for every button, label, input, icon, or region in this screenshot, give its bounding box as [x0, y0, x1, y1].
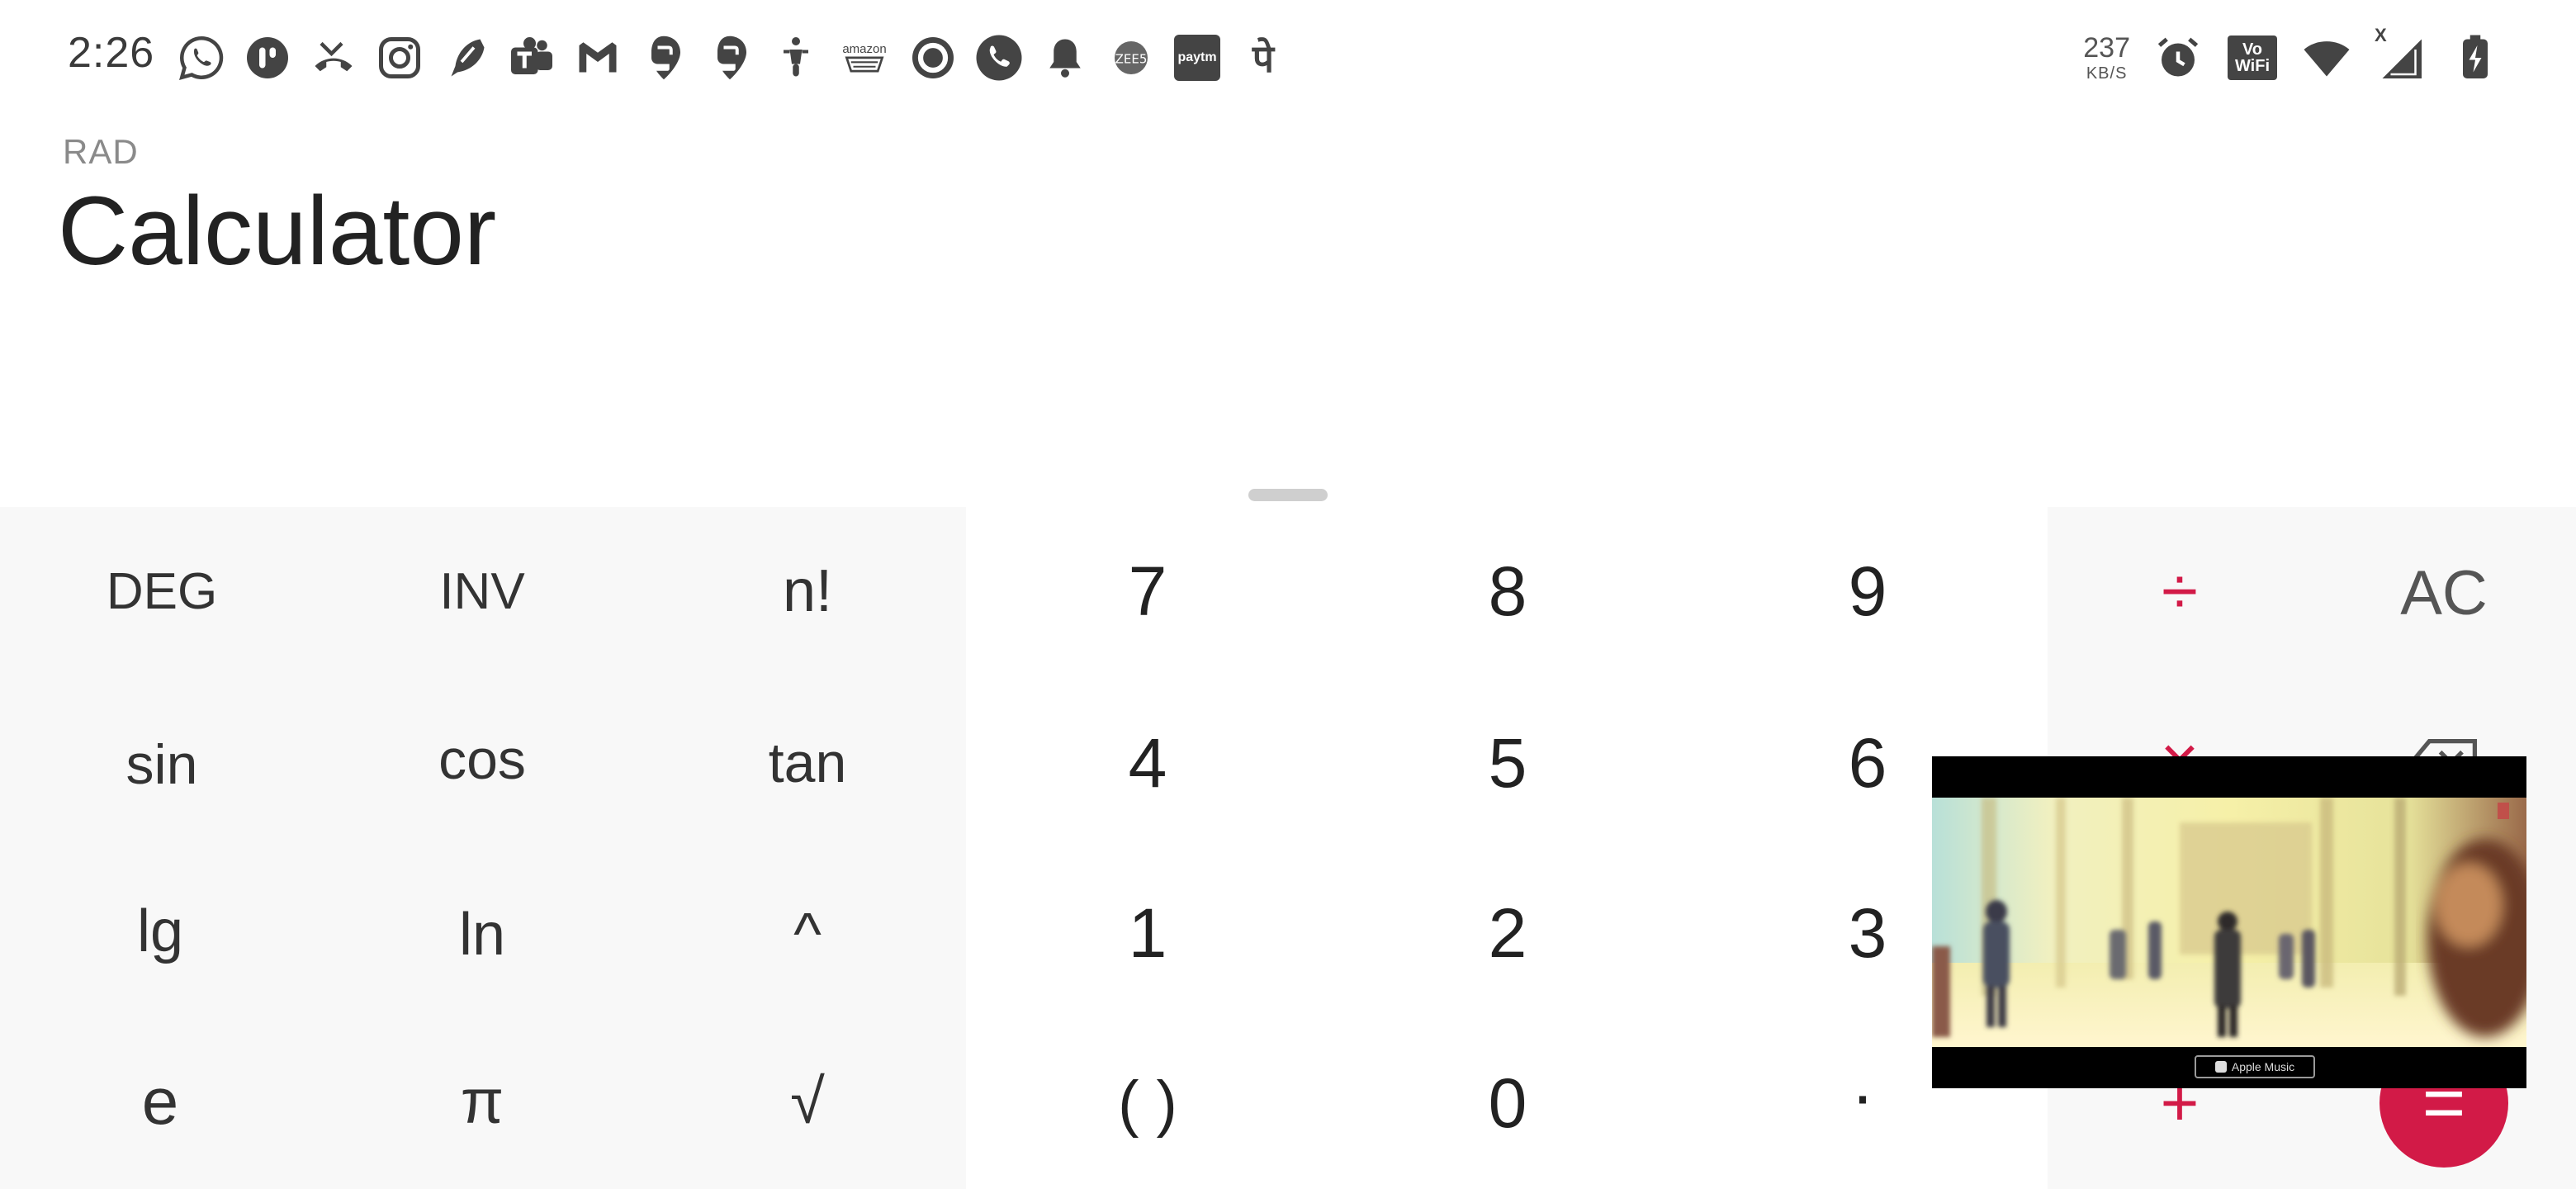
phone-icon	[973, 31, 1025, 84]
key-tan[interactable]: tan	[733, 701, 882, 825]
angle-mode-indicator: RAD	[63, 132, 139, 171]
alarm-icon	[2152, 31, 2204, 84]
drag-handle[interactable]	[1248, 489, 1328, 501]
gmail-icon	[571, 31, 624, 84]
apple-logo-icon	[2214, 1061, 2227, 1073]
feather-app-icon	[439, 31, 492, 84]
key-2[interactable]: 2	[1433, 871, 1582, 995]
video-frame	[1932, 798, 2526, 1047]
key-clear[interactable]: AC	[2370, 531, 2518, 655]
key-ln[interactable]: ln	[408, 873, 556, 997]
instagram-icon	[373, 31, 426, 84]
missed-call-icon	[307, 31, 360, 84]
cellular-signal-icon: X	[2375, 25, 2427, 84]
battery-charging-icon	[2449, 31, 2502, 84]
network-speed-value: 237	[2083, 32, 2130, 64]
page-title: Calculator	[58, 177, 497, 286]
phonepe-icon: पे	[1237, 31, 1290, 84]
swiggy-icon-2	[703, 31, 756, 84]
swiggy-icon	[637, 31, 690, 84]
vowifi-icon: Vo WiFi	[2226, 31, 2279, 84]
key-3[interactable]: 3	[1793, 871, 1942, 995]
key-inv[interactable]: INV	[408, 529, 556, 653]
key-1[interactable]: 1	[1073, 871, 1222, 995]
svg-text:ZEE5: ZEE5	[1115, 51, 1148, 66]
vowifi-bottom: WiFi	[2234, 57, 2271, 75]
network-speed-unit: KB/S	[2086, 64, 2128, 83]
key-deg[interactable]: DEG	[88, 529, 236, 653]
apple-music-label: Apple Music	[2231, 1060, 2295, 1073]
scooter-icon	[769, 31, 822, 84]
key-power[interactable]: ^	[733, 873, 882, 997]
signal-x-mark: X	[2375, 25, 2387, 45]
zee5-icon: ZEE5	[1105, 31, 1158, 84]
key-sin[interactable]: sin	[88, 703, 236, 827]
bell-icon	[1039, 31, 1091, 84]
amazon-icon: amazon	[836, 31, 893, 84]
wifi-icon	[2300, 31, 2353, 84]
phonepe-label: पे	[1252, 36, 1275, 81]
key-e[interactable]: e	[86, 1040, 234, 1163]
paytm-label: paytm	[1174, 35, 1220, 81]
circle-app-icon	[907, 31, 959, 84]
whatsapp-icon	[175, 31, 228, 84]
key-pi[interactable]: π	[408, 1040, 556, 1163]
key-cos[interactable]: cos	[408, 698, 556, 822]
key-divide[interactable]: ÷	[2105, 529, 2254, 653]
key-9[interactable]: 9	[1793, 529, 1942, 653]
key-6[interactable]: 6	[1793, 701, 1942, 825]
key-parentheses[interactable]: ( )	[1073, 1041, 1222, 1165]
pip-video-player[interactable]: Apple Music	[1932, 756, 2526, 1088]
key-8[interactable]: 8	[1433, 529, 1582, 653]
status-time: 2:26	[68, 29, 155, 77]
apple-music-badge: Apple Music	[2195, 1055, 2315, 1078]
vowifi-top: Vo	[2242, 40, 2263, 59]
amazon-label: amazon	[842, 41, 887, 56]
system-icons: 237 KB/S Vo WiFi X	[2083, 25, 2502, 91]
key-decimal[interactable]: ·	[1788, 1033, 1937, 1157]
key-4[interactable]: 4	[1073, 701, 1222, 825]
teams-icon	[505, 31, 558, 84]
key-5[interactable]: 5	[1433, 701, 1582, 825]
notification-icons: amazon ZEE5 paytm पे	[175, 25, 1290, 91]
truecaller-icon	[241, 31, 294, 84]
key-factorial[interactable]: n!	[733, 529, 882, 653]
network-speed: 237 KB/S	[2083, 34, 2130, 82]
key-7[interactable]: 7	[1073, 529, 1222, 653]
key-0[interactable]: 0	[1433, 1041, 1582, 1165]
key-lg[interactable]: lg	[86, 869, 234, 993]
paytm-icon: paytm	[1171, 31, 1224, 84]
key-sqrt[interactable]: √	[733, 1040, 882, 1163]
status-bar: 2:26 amazon ZEE5 paytm पे 237 KB/S Vo Wi…	[0, 0, 2576, 116]
